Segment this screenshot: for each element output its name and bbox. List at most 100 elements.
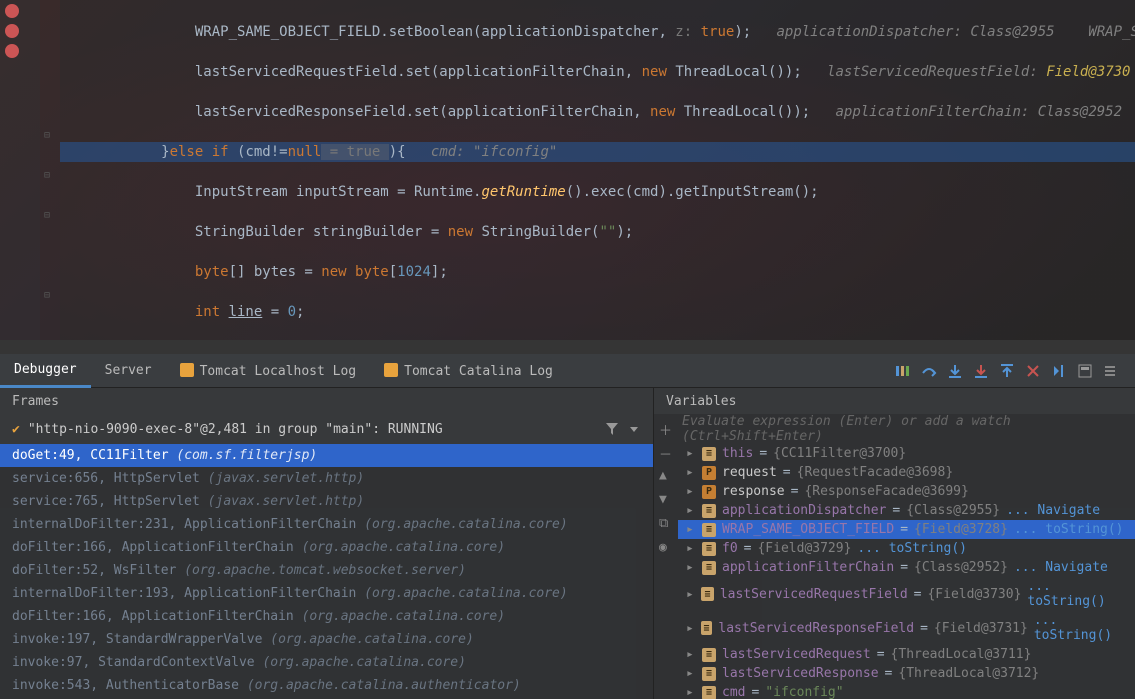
tab-debugger[interactable]: Debugger — [0, 354, 91, 388]
tab-server[interactable]: Server — [91, 355, 166, 386]
var-type-icon: ≡ — [702, 504, 716, 518]
var-type-icon: ≡ — [702, 447, 716, 461]
navigate-link[interactable]: ... toString() — [1027, 579, 1127, 609]
filter-icon[interactable] — [605, 422, 619, 436]
fold-gutter[interactable]: ⊟ ⊟ ⊟ ⊟ — [40, 0, 60, 340]
variables-toolbar: ＋ － ▲ ▼ ⧉ ◉ — [654, 414, 678, 554]
fold-marker[interactable]: ⊟ — [44, 170, 50, 181]
expand-icon[interactable]: ▸ — [686, 503, 696, 518]
thread-selector[interactable]: ✔ "http-nio-9090-exec-8"@2,481 in group … — [0, 414, 653, 444]
var-type-icon: ≡ — [702, 648, 716, 662]
var-type-icon: ≡ — [701, 621, 713, 635]
expand-icon[interactable]: ▸ — [686, 465, 696, 480]
var-type-icon: P — [702, 485, 716, 499]
expand-icon[interactable]: ▸ — [686, 522, 696, 537]
breakpoint-icon[interactable] — [5, 44, 19, 58]
tomcat-icon — [384, 363, 398, 377]
show-watches-icon[interactable]: ◉ — [659, 540, 673, 554]
var-type-icon: ≡ — [702, 542, 716, 556]
variable-row[interactable]: ▸Prequest = {RequestFacade@3698} — [678, 463, 1135, 482]
navigate-link[interactable]: ... toString() — [857, 541, 967, 556]
step-toolbar — [895, 363, 1135, 379]
horizontal-scrollbar[interactable] — [0, 340, 1135, 354]
expand-icon[interactable]: ▸ — [686, 647, 696, 662]
fold-marker[interactable]: ⊟ — [44, 210, 50, 221]
frames-panel: Frames ✔ "http-nio-9090-exec-8"@2,481 in… — [0, 388, 654, 699]
frame-row[interactable]: internalDoFilter:193, ApplicationFilterC… — [0, 582, 653, 605]
down-icon[interactable]: ▼ — [659, 492, 673, 506]
layout-icon[interactable] — [895, 363, 911, 379]
debug-tabs: Debugger Server Tomcat Localhost Log Tom… — [0, 354, 1135, 388]
up-icon[interactable]: ▲ — [659, 468, 673, 482]
tomcat-icon — [180, 363, 194, 377]
evaluate-icon[interactable] — [1077, 363, 1093, 379]
force-step-into-icon[interactable] — [973, 363, 989, 379]
var-type-icon: ≡ — [702, 686, 716, 699]
fold-marker[interactable]: ⊟ — [44, 290, 50, 301]
variable-row[interactable]: ▸Presponse = {ResponseFacade@3699} — [678, 482, 1135, 501]
variable-row[interactable]: ▸≡applicationFilterChain = {Class@2952} … — [678, 558, 1135, 577]
variable-row[interactable]: ▸≡lastServicedRequestField = {Field@3730… — [678, 577, 1135, 611]
evaluate-input[interactable]: Evaluate expression (Enter) or add a wat… — [654, 414, 1135, 444]
frames-list[interactable]: doGet:49, CC11Filter (com.sf.filterjsp)s… — [0, 444, 653, 699]
var-type-icon: ≡ — [701, 587, 714, 601]
frame-row[interactable]: invoke:197, StandardWrapperValve (org.ap… — [0, 628, 653, 651]
navigate-link[interactable]: ... toString() — [1014, 522, 1124, 537]
variables-list[interactable]: ▸≡this = {CC11Filter@3700}▸Prequest = {R… — [654, 444, 1135, 699]
dropdown-icon[interactable] — [627, 422, 641, 436]
expand-icon[interactable]: ▸ — [686, 446, 696, 461]
navigate-link[interactable]: ... Navigate — [1014, 560, 1108, 575]
step-into-icon[interactable] — [947, 363, 963, 379]
navigate-link[interactable]: ... Navigate — [1006, 503, 1100, 518]
frame-row[interactable]: doFilter:52, WsFilter (org.apache.tomcat… — [0, 559, 653, 582]
navigate-link[interactable]: ... toString() — [1034, 613, 1127, 643]
expand-icon[interactable]: ▸ — [686, 484, 696, 499]
expand-icon[interactable]: ▸ — [686, 560, 696, 575]
step-out-icon[interactable] — [999, 363, 1015, 379]
variable-row[interactable]: ▸≡f0 = {Field@3729} ... toString() — [678, 539, 1135, 558]
variable-row[interactable]: ▸≡applicationDispatcher = {Class@2955} .… — [678, 501, 1135, 520]
variable-row[interactable]: ▸≡lastServicedRequest = {ThreadLocal@371… — [678, 645, 1135, 664]
frame-row[interactable]: doGet:49, CC11Filter (com.sf.filterjsp) — [0, 444, 653, 467]
fold-marker[interactable]: ⊟ — [44, 130, 50, 141]
variable-row[interactable]: ▸≡cmd = "ifconfig" — [678, 683, 1135, 699]
frame-row[interactable]: internalDoFilter:231, ApplicationFilterC… — [0, 513, 653, 536]
var-type-icon: ≡ — [702, 667, 716, 681]
expand-icon[interactable]: ▸ — [686, 587, 695, 602]
code-area[interactable]: WRAP_SAME_OBJECT_FIELD.setBoolean(applic… — [60, 0, 1135, 340]
trace-icon[interactable] — [1103, 363, 1119, 379]
expand-icon[interactable]: ▸ — [686, 685, 696, 699]
variable-row[interactable]: ▸≡this = {CC11Filter@3700} — [678, 444, 1135, 463]
breakpoint-gutter[interactable] — [0, 0, 40, 340]
variable-row[interactable]: ▸≡WRAP_SAME_OBJECT_FIELD = {Field@3728} … — [678, 520, 1135, 539]
frame-row[interactable]: service:765, HttpServlet (javax.servlet.… — [0, 490, 653, 513]
copy-icon[interactable]: ⧉ — [659, 516, 673, 530]
variable-row[interactable]: ▸≡lastServicedResponse = {ThreadLocal@37… — [678, 664, 1135, 683]
frame-row[interactable]: service:656, HttpServlet (javax.servlet.… — [0, 467, 653, 490]
remove-watch-icon[interactable]: － — [659, 444, 673, 458]
debug-tool-window: Debugger Server Tomcat Localhost Log Tom… — [0, 354, 1135, 699]
frame-row[interactable]: doFilter:166, ApplicationFilterChain (or… — [0, 536, 653, 559]
breakpoint-icon[interactable] — [5, 4, 19, 18]
code-editor[interactable]: ⊟ ⊟ ⊟ ⊟ WRAP_SAME_OBJECT_FIELD.setBoolea… — [0, 0, 1135, 340]
tab-tomcat-catalina[interactable]: Tomcat Catalina Log — [370, 355, 567, 387]
run-to-cursor-icon[interactable] — [1051, 363, 1067, 379]
step-over-icon[interactable] — [921, 363, 937, 379]
breakpoint-icon[interactable] — [5, 24, 19, 38]
var-type-icon: ≡ — [702, 561, 716, 575]
add-watch-icon[interactable]: ＋ — [659, 420, 673, 434]
frame-row[interactable]: invoke:97, StandardContextValve (org.apa… — [0, 651, 653, 674]
frame-row[interactable]: invoke:543, AuthenticatorBase (org.apach… — [0, 674, 653, 697]
variables-header: Variables — [654, 388, 1135, 414]
tab-tomcat-localhost[interactable]: Tomcat Localhost Log — [166, 355, 371, 387]
variables-panel: Variables ＋ － ▲ ▼ ⧉ ◉ Evaluate expressio… — [654, 388, 1135, 699]
var-type-icon: ≡ — [702, 523, 716, 537]
var-type-icon: P — [702, 466, 716, 480]
expand-icon[interactable]: ▸ — [686, 666, 696, 681]
variable-row[interactable]: ▸≡lastServicedResponseField = {Field@373… — [678, 611, 1135, 645]
expand-icon[interactable]: ▸ — [686, 621, 695, 636]
drop-frame-icon[interactable] — [1025, 363, 1041, 379]
expand-icon[interactable]: ▸ — [686, 541, 696, 556]
frame-row[interactable]: doFilter:166, ApplicationFilterChain (or… — [0, 605, 653, 628]
frames-header: Frames — [0, 388, 653, 414]
